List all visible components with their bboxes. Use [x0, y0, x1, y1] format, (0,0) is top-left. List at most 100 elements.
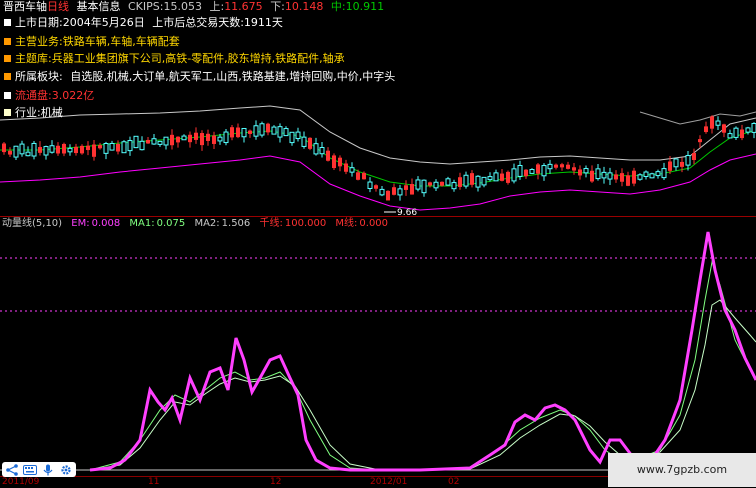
main-business: 主营业务:铁路车辆,车轴,车辆配套	[15, 35, 180, 48]
candle-body	[517, 164, 523, 177]
tab-basic-info[interactable]: 基本信息	[77, 0, 121, 13]
candle-body	[410, 184, 414, 195]
watermark: www.7gpzb.com	[608, 453, 756, 487]
candle-body	[223, 131, 229, 144]
candle-body	[319, 147, 325, 155]
candle-body	[308, 137, 312, 149]
bullet-icon	[4, 92, 11, 99]
band-lower-line	[0, 153, 756, 211]
candlestick-series	[2, 115, 756, 201]
band-mid-line	[0, 129, 756, 187]
candle-body	[470, 173, 474, 185]
candle-body	[86, 145, 90, 151]
candle-body	[601, 171, 607, 179]
candle-body	[541, 165, 547, 177]
candle-body	[206, 133, 210, 141]
candle-body	[511, 168, 517, 182]
listing-date: 上市日期:2004年5月26日	[15, 16, 145, 29]
extra2-value: 0.000	[359, 218, 389, 229]
info-theme-library: 主题库:兵器工业集团旗下公司,高铁-零配件,胶东增持,铁路配件,轴承	[4, 50, 345, 67]
candle-body	[217, 136, 223, 142]
candle-body	[133, 135, 139, 149]
candle-body	[62, 143, 66, 154]
candle-body	[367, 181, 373, 189]
settings-icon[interactable]	[59, 463, 73, 476]
date-label-2011-09: 2011/09	[2, 477, 40, 487]
extra1-label: 千线:	[259, 218, 283, 229]
candle-body	[481, 176, 487, 186]
candle-body	[404, 185, 408, 190]
candle-body	[685, 155, 691, 166]
sector-values: 自选股,机械,大订单,航天军工,山西,铁路基建,增持回购,中价,中字头	[70, 70, 396, 83]
candle-body	[379, 188, 385, 196]
up-value: 11.675	[224, 0, 263, 13]
chart-header: 晋西车轴日线 基本信息 CKIPS:15.053 上:11.675 下:10.1…	[3, 0, 388, 14]
extra2-label: M线:	[335, 218, 358, 229]
candle-body	[722, 124, 726, 133]
stock-name[interactable]: 晋西车轴	[3, 0, 47, 13]
candle-body	[362, 172, 366, 180]
candle-body	[751, 122, 756, 133]
candle-body	[655, 171, 661, 177]
info-sector: 所属板块: 自选股,机械,大订单,航天军工,山西,铁路基建,增持回购,中价,中字…	[4, 68, 395, 85]
candle-body	[698, 139, 702, 143]
candle-body	[19, 143, 25, 155]
candle-body	[38, 147, 42, 153]
date-label-11: 11	[148, 477, 160, 487]
candle-body	[92, 144, 96, 157]
ma2-line	[89, 299, 756, 471]
info-main-business: 主营业务:铁路车辆,车轴,车辆配套	[4, 33, 180, 50]
candle-body	[289, 131, 295, 144]
candle-body	[620, 173, 624, 182]
mid-value: 10.911	[345, 0, 385, 13]
date-label-02: 02	[448, 477, 460, 487]
candle-body	[733, 127, 739, 138]
candle-body	[157, 140, 163, 145]
candle-body	[745, 127, 751, 133]
candle-body	[560, 164, 564, 168]
candle-body	[301, 136, 307, 147]
candle-body	[572, 167, 576, 171]
info-listing: 上市日期:2004年5月26日 上市后总交易天数:1911天	[4, 14, 283, 31]
candle-body	[271, 126, 277, 135]
candle-body	[151, 138, 157, 145]
industry: 行业:机械	[15, 106, 63, 119]
bullet-icon	[4, 19, 11, 26]
candle-body	[475, 175, 481, 188]
candle-body	[643, 171, 649, 178]
candle-body	[386, 190, 390, 201]
candle-body	[56, 145, 60, 154]
sector-label: 所属板块:	[15, 70, 63, 83]
candle-body	[649, 173, 655, 179]
bullet-icon	[4, 55, 11, 62]
candle-body	[74, 146, 78, 154]
period-label[interactable]: 日线	[47, 0, 69, 13]
ckips-value: 15.053	[163, 0, 202, 13]
candle-body	[710, 116, 714, 129]
candle-body	[163, 136, 169, 146]
panel-divider	[0, 216, 756, 217]
candle-body	[344, 163, 348, 172]
ma1-value: 0.075	[156, 218, 186, 229]
down-label: 下:	[270, 0, 285, 13]
candle-body	[295, 131, 301, 140]
bullet-icon	[4, 109, 11, 116]
indicator-name[interactable]: 动量线(5,10)	[2, 218, 62, 229]
candle-body	[715, 120, 721, 126]
share-icon[interactable]	[5, 463, 19, 476]
candle-body	[181, 135, 187, 141]
candle-body	[397, 188, 403, 196]
candle-body	[313, 143, 319, 155]
candle-body	[661, 168, 667, 179]
candle-body	[626, 175, 630, 186]
low-marker-label: 9.66	[397, 208, 417, 216]
candle-body	[43, 146, 49, 156]
ma2-value: 1.506	[221, 218, 251, 229]
candle-body	[421, 179, 427, 194]
microphone-icon[interactable]	[41, 463, 55, 476]
keyboard-icon[interactable]	[23, 463, 37, 476]
candle-body	[578, 169, 582, 176]
candle-body	[433, 181, 439, 189]
candle-body	[176, 136, 180, 143]
candle-body	[493, 172, 499, 182]
